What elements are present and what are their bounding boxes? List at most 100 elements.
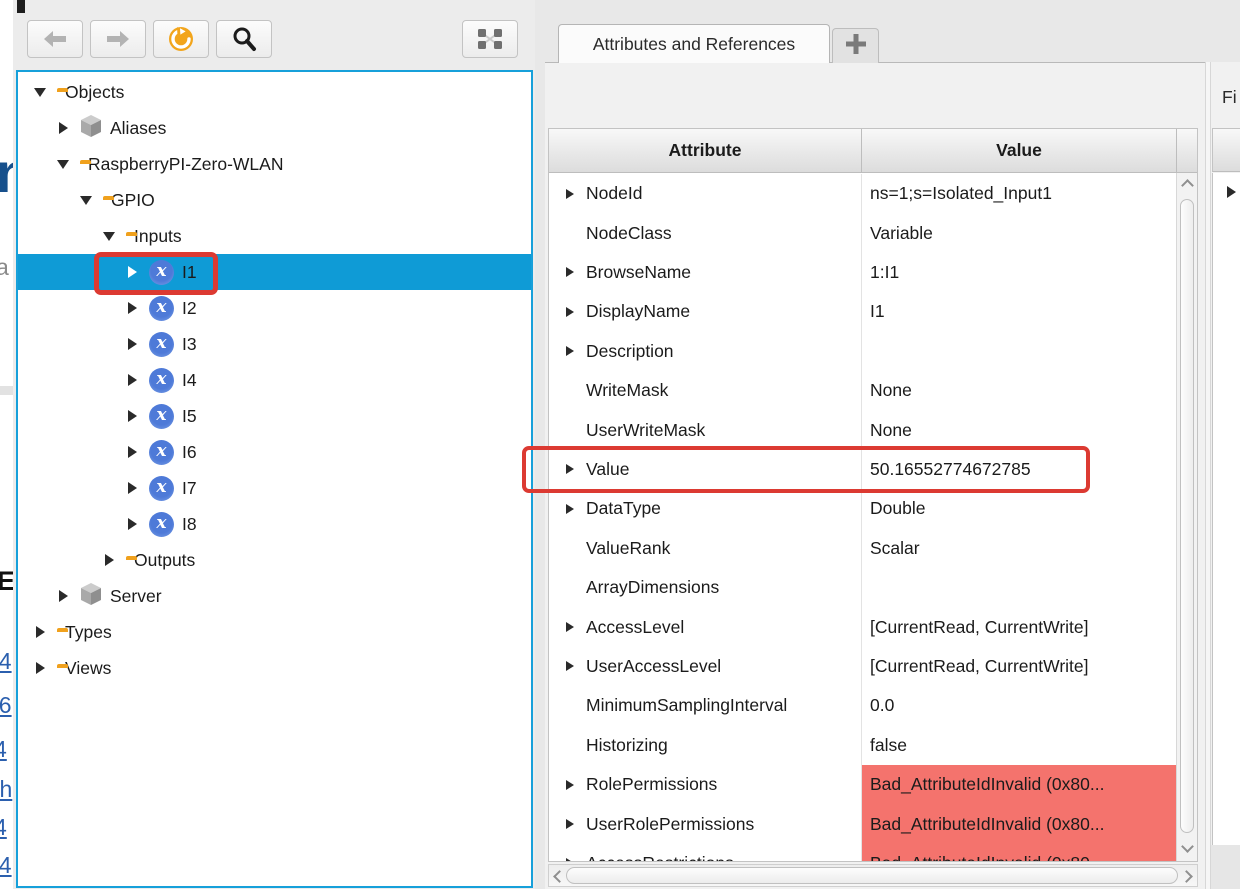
expand-triangle-icon[interactable] xyxy=(124,336,140,352)
background-divider xyxy=(0,386,13,395)
tree-item-types[interactable]: Types xyxy=(18,614,531,650)
scroll-left-icon[interactable] xyxy=(553,870,566,883)
attribute-name: DisplayName xyxy=(586,301,690,322)
scroll-right-icon[interactable] xyxy=(1180,870,1193,883)
refresh-button[interactable] xyxy=(153,20,209,58)
tab-attributes-and-references[interactable]: Attributes and References xyxy=(558,24,830,63)
tree-item-i6[interactable]: xI6 xyxy=(18,434,531,470)
tree-item-label: Inputs xyxy=(134,226,182,247)
expand-triangle-icon[interactable] xyxy=(124,480,140,496)
references-table-body xyxy=(1212,173,1240,845)
tree-item-i1[interactable]: xI1 xyxy=(18,254,531,290)
tree-item-raspberrypi-zero-wlan[interactable]: RaspberryPI-Zero-WLAN xyxy=(18,146,531,182)
attribute-row-nodeid[interactable]: NodeId ns=1;s=Isolated_Input1 xyxy=(549,174,1177,213)
expand-triangle-icon[interactable] xyxy=(563,265,577,279)
expand-triangle-icon[interactable] xyxy=(563,620,577,634)
expand-triangle-icon[interactable] xyxy=(563,502,577,516)
attribute-row-valuerank[interactable]: ValueRank Scalar xyxy=(549,529,1177,568)
expand-triangle-icon[interactable] xyxy=(563,344,577,358)
tree-item-i2[interactable]: xI2 xyxy=(18,290,531,326)
address-space-tree[interactable]: ObjectsAliases RaspberryPI-Zero-WLAN GPIO I… xyxy=(16,70,533,888)
expand-triangle-icon[interactable] xyxy=(32,624,48,640)
expand-triangle-icon[interactable] xyxy=(563,187,577,201)
horizontal-scrollbar[interactable] xyxy=(548,864,1198,887)
expand-triangle-icon[interactable] xyxy=(124,408,140,424)
attribute-row-accessrestrictions[interactable]: AccessRestrictionsBad_AttributeIdInvalid… xyxy=(549,844,1177,862)
attribute-row-value[interactable]: Value50.16552774672785 xyxy=(549,450,1177,489)
attribute-row-nodeclass[interactable]: NodeClassVariable xyxy=(549,213,1177,252)
object-cube-icon xyxy=(80,114,102,143)
tree-item-aliases[interactable]: Aliases xyxy=(18,110,531,146)
attribute-value: Scalar xyxy=(862,529,1177,568)
expand-triangle-icon[interactable] xyxy=(563,856,577,862)
tree-item-label: Types xyxy=(65,622,112,643)
attribute-value: Double xyxy=(862,489,1177,528)
scroll-down-icon[interactable] xyxy=(1181,840,1194,853)
attribute-name: ValueRank xyxy=(586,538,670,559)
tree-item-server[interactable]: Server xyxy=(18,578,531,614)
horizontal-scrollbar-thumb[interactable] xyxy=(566,867,1178,884)
attribute-row-rolepermissions[interactable]: RolePermissionsBad_AttributeIdInvalid (0… xyxy=(549,765,1177,804)
attribute-value: [CurrentRead, CurrentWrite] xyxy=(862,607,1177,646)
attribute-name: UserWriteMask xyxy=(586,420,705,441)
expand-triangle-icon[interactable] xyxy=(124,264,140,280)
tree-item-i5[interactable]: xI5 xyxy=(18,398,531,434)
tree-item-i4[interactable]: xI4 xyxy=(18,362,531,398)
attribute-row-datatype[interactable]: DataTypeDouble xyxy=(549,489,1177,528)
tree-item-label: I5 xyxy=(182,406,197,427)
expand-triangle-icon[interactable] xyxy=(1227,186,1236,198)
expand-triangle-icon[interactable] xyxy=(563,659,577,673)
expand-triangle-icon[interactable] xyxy=(55,120,71,136)
expand-triangle-icon[interactable] xyxy=(124,516,140,532)
search-button[interactable] xyxy=(216,20,272,58)
attribute-row-arraydimensions[interactable]: ArrayDimensions xyxy=(549,568,1177,607)
expand-triangle-icon[interactable] xyxy=(124,300,140,316)
expand-triangle-icon[interactable] xyxy=(124,372,140,388)
tree-item-i7[interactable]: xI7 xyxy=(18,470,531,506)
attribute-row-description[interactable]: Description xyxy=(549,332,1177,371)
spacer xyxy=(563,699,577,713)
back-button[interactable] xyxy=(27,20,83,58)
column-header-attribute[interactable]: Attribute xyxy=(549,129,862,172)
add-document-tab[interactable] xyxy=(832,28,879,63)
attribute-value: ns=1;s=Isolated_Input1 xyxy=(862,174,1177,213)
expand-triangle-icon[interactable] xyxy=(55,588,71,604)
vertical-scrollbar[interactable] xyxy=(1176,173,1197,861)
expand-triangle-icon[interactable] xyxy=(124,444,140,460)
collapse-triangle-icon[interactable] xyxy=(55,156,71,172)
attribute-row-browsename[interactable]: BrowseName1:I1 xyxy=(549,253,1177,292)
attribute-row-userrolepermissions[interactable]: UserRolePermissionsBad_AttributeIdInvali… xyxy=(549,804,1177,843)
collapse-triangle-icon[interactable] xyxy=(32,84,48,100)
tree-item-objects[interactable]: Objects xyxy=(18,74,531,110)
tree-item-outputs[interactable]: Outputs xyxy=(18,542,531,578)
tree-item-i8[interactable]: xI8 xyxy=(18,506,531,542)
expand-triangle-icon[interactable] xyxy=(563,778,577,792)
tree-item-i3[interactable]: xI3 xyxy=(18,326,531,362)
column-header-value[interactable]: Value xyxy=(862,129,1177,172)
tree-item-label: RaspberryPI-Zero-WLAN xyxy=(88,154,283,175)
vertical-scrollbar-thumb[interactable] xyxy=(1180,199,1194,833)
tree-item-gpio[interactable]: GPIO xyxy=(18,182,531,218)
attribute-name: AccessLevel xyxy=(586,617,684,638)
attribute-row-useraccesslevel[interactable]: UserAccessLevel[CurrentRead, CurrentWrit… xyxy=(549,647,1177,686)
tree-item-views[interactable]: Views xyxy=(18,650,531,686)
attribute-row-displayname[interactable]: DisplayNameI1 xyxy=(549,292,1177,331)
collapse-triangle-icon[interactable] xyxy=(101,228,117,244)
highlight-node-button[interactable] xyxy=(462,20,518,58)
forward-button[interactable] xyxy=(90,20,146,58)
tree-item-inputs[interactable]: Inputs xyxy=(18,218,531,254)
attribute-name: NodeId xyxy=(586,183,642,204)
expand-triangle-icon[interactable] xyxy=(32,660,48,676)
expand-triangle-icon[interactable] xyxy=(563,305,577,319)
attribute-row-historizing[interactable]: Historizingfalse xyxy=(549,726,1177,765)
collapse-triangle-icon[interactable] xyxy=(78,192,94,208)
attribute-row-accesslevel[interactable]: AccessLevel [CurrentRead, CurrentWrite] xyxy=(549,607,1177,646)
expand-triangle-icon[interactable] xyxy=(101,552,117,568)
attribute-row-minimumsamplinginterval[interactable]: MinimumSamplingInterval0.0 xyxy=(549,686,1177,725)
object-cube-icon xyxy=(80,582,102,611)
expand-triangle-icon[interactable] xyxy=(563,462,577,476)
attribute-row-writemask[interactable]: WriteMaskNone xyxy=(549,371,1177,410)
attribute-row-userwritemask[interactable]: UserWriteMaskNone xyxy=(549,410,1177,449)
scroll-up-icon[interactable] xyxy=(1181,179,1194,192)
expand-triangle-icon[interactable] xyxy=(563,817,577,831)
